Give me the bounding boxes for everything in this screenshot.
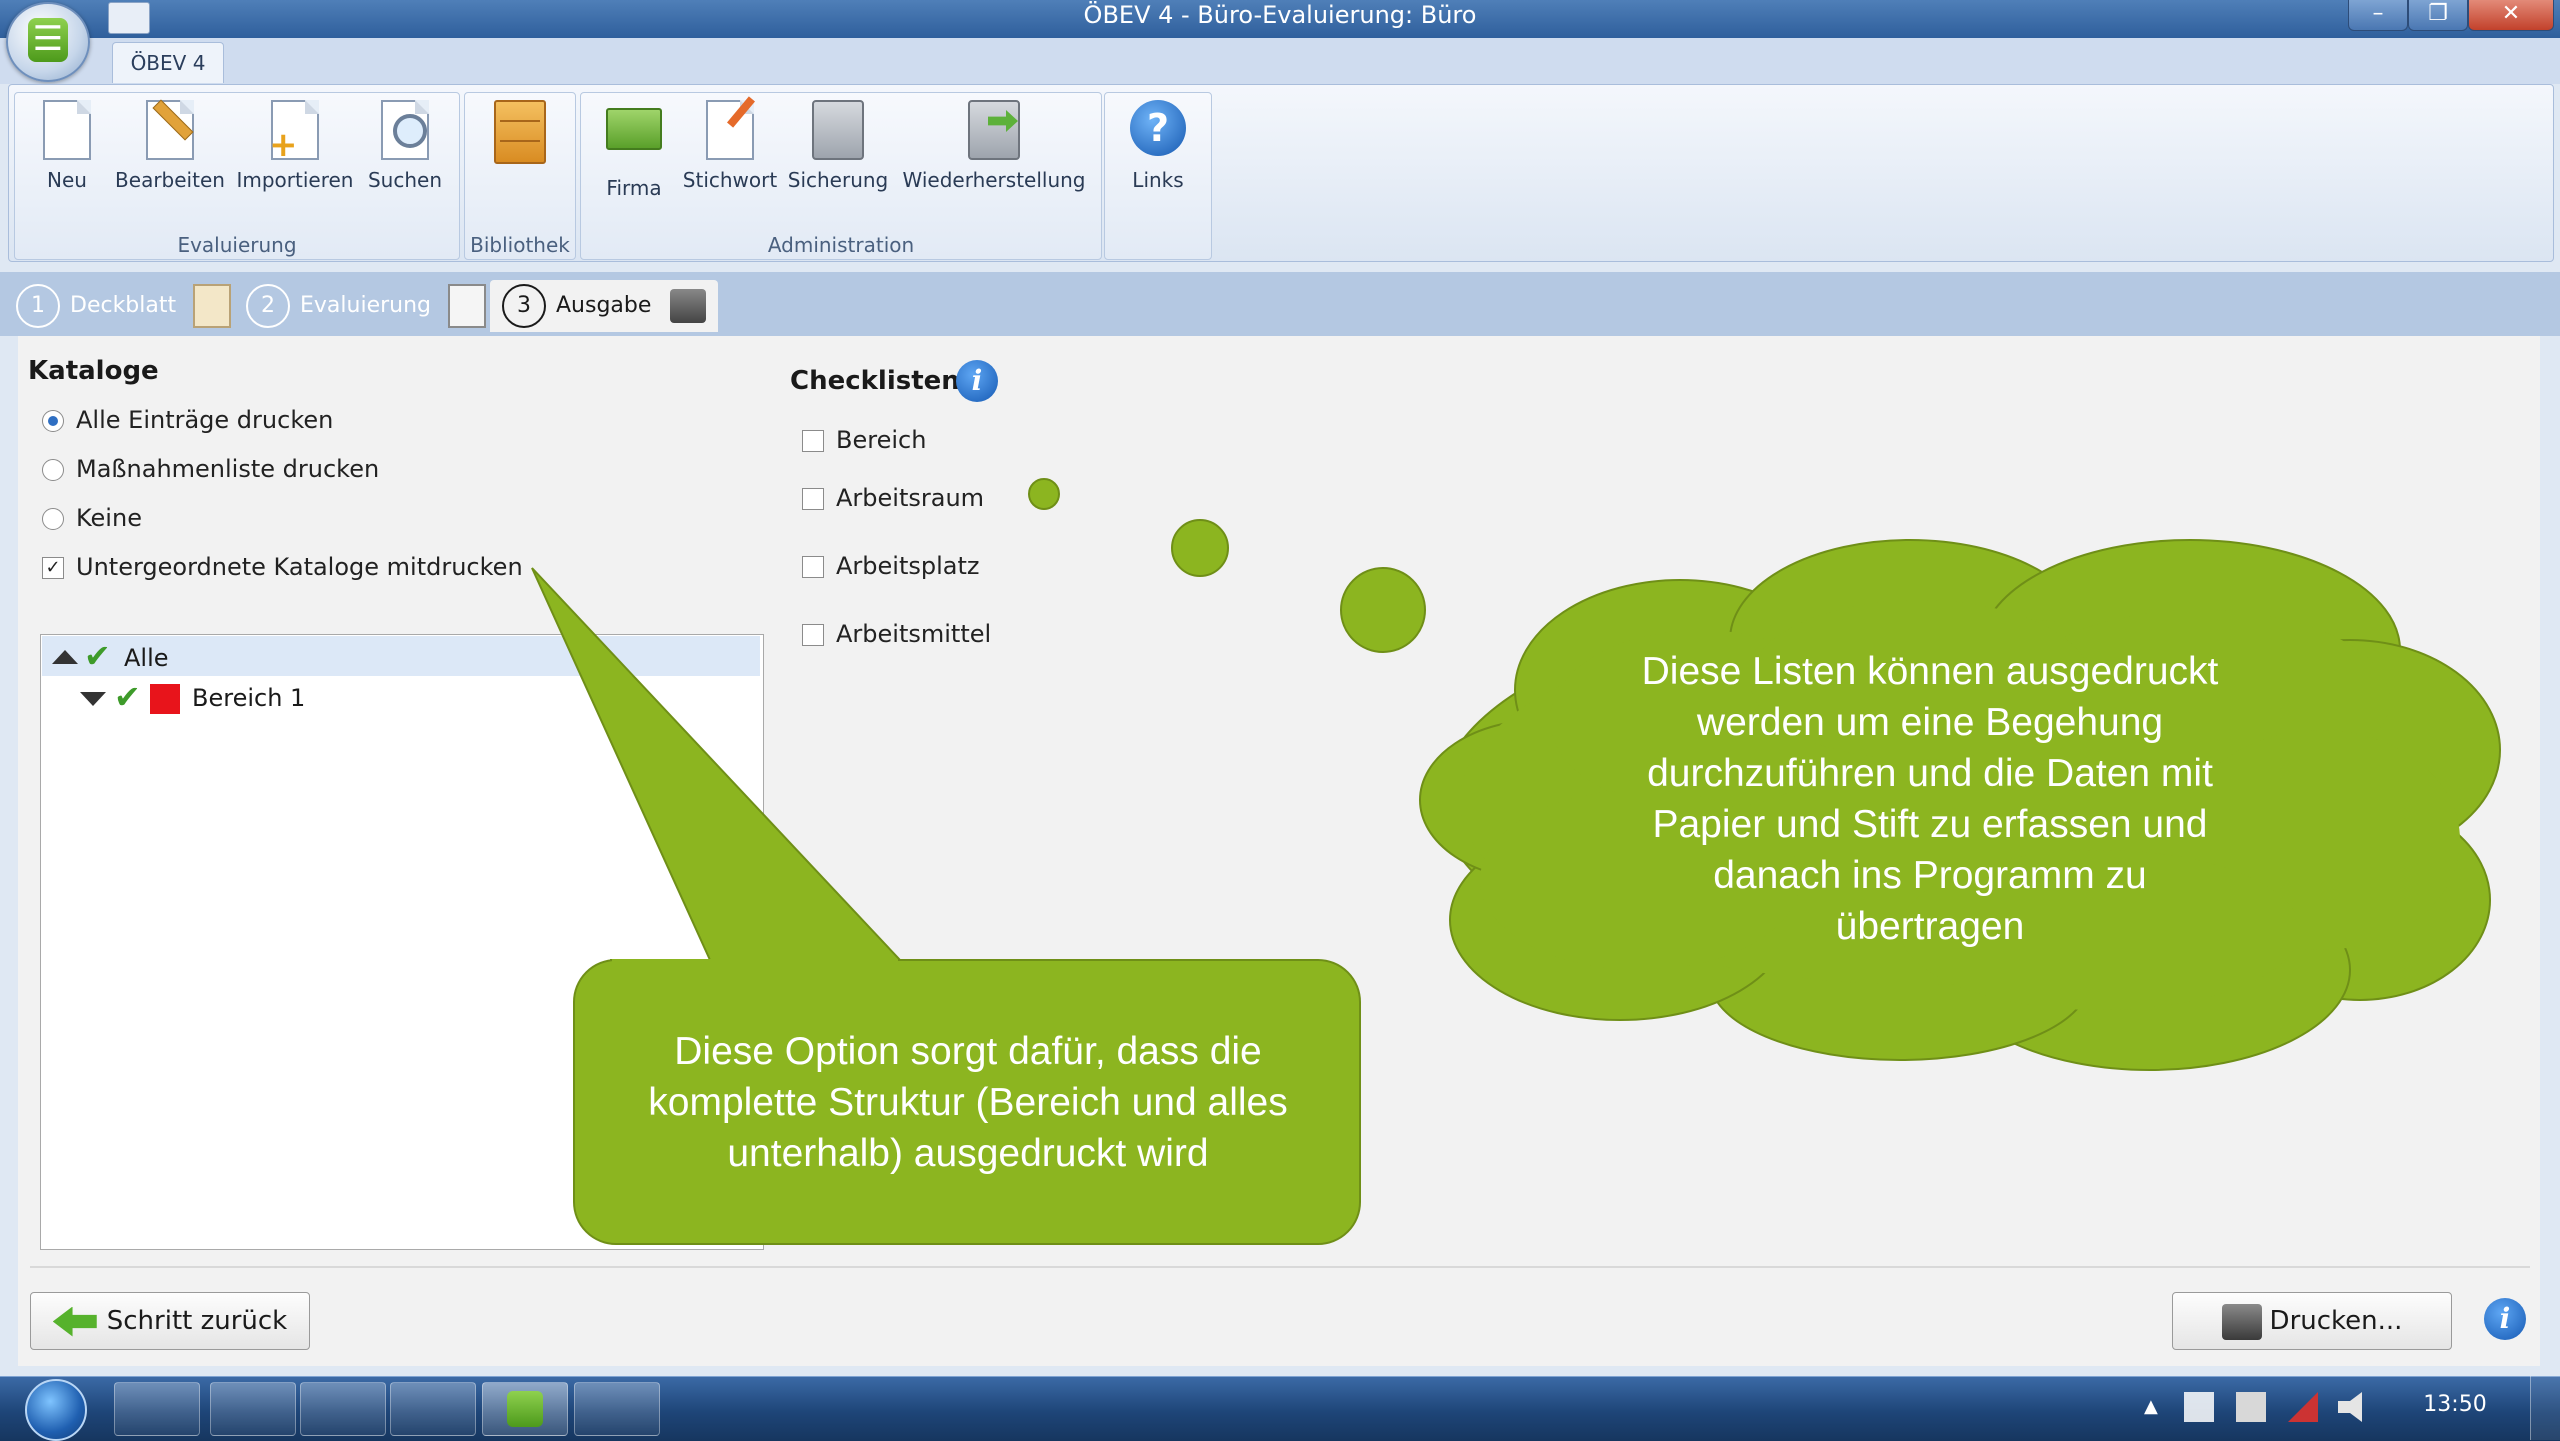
schritt-zurueck-button[interactable]: Schritt zurück — [30, 1292, 310, 1350]
drucken-button[interactable]: Drucken... — [2172, 1292, 2452, 1350]
taskbar-other-app-icon[interactable] — [574, 1382, 660, 1436]
cloud-line: durchzuführen und die Daten mit — [1647, 752, 2213, 795]
taskbar-explorer-icon[interactable] — [210, 1382, 296, 1436]
schritt-zurueck-label: Schritt zurück — [106, 1306, 288, 1336]
cloud-line: Diese Listen können ausgedruckt — [1641, 650, 2219, 693]
cloud-line: Papier und Stift zu erfassen und — [1652, 803, 2208, 846]
thought-dot-large — [1340, 567, 1426, 653]
drucken-label: Drucken... — [2269, 1306, 2403, 1336]
cloud-text: Diese Listen können ausgedruckt werden u… — [1530, 646, 2330, 952]
footer-separator — [30, 1266, 2530, 1268]
cloud-line: übertragen — [1835, 905, 2025, 948]
speech-line: Diese Option sorgt dafür, dass die — [674, 1030, 1262, 1073]
thought-dot-medium — [1171, 519, 1229, 577]
taskbar-app-icon[interactable] — [390, 1382, 476, 1436]
printer-icon — [2221, 1303, 2262, 1340]
taskbar-media-player-icon[interactable] — [300, 1382, 386, 1436]
thought-dot-small — [1028, 478, 1060, 510]
power-icon[interactable] — [2236, 1392, 2266, 1422]
speech-bubble-shape — [531, 567, 903, 961]
speech-line: unterhalb) ausgedruckt wird — [727, 1132, 1209, 1175]
speech-bubble-text: Diese Option sorgt dafür, dass die kompl… — [580, 1026, 1356, 1179]
tray-expand-icon[interactable]: ▲ — [2144, 1396, 2158, 1417]
clock[interactable]: 13:50 — [2400, 1392, 2510, 1422]
arrow-left-icon — [52, 1306, 97, 1337]
cloud-line: danach ins Programm zu — [1713, 854, 2147, 897]
show-desktop-button[interactable] — [2530, 1376, 2560, 1440]
start-button[interactable] — [14, 1376, 98, 1441]
action-center-flag-icon[interactable] — [2184, 1392, 2214, 1422]
taskbar-internet-explorer-icon[interactable] — [114, 1382, 200, 1436]
cloud-line: werden um eine Begehung — [1696, 701, 2164, 744]
footer-info-icon[interactable]: i — [2484, 1298, 2526, 1340]
speech-line: komplette Struktur (Bereich und alles — [648, 1081, 1288, 1124]
taskbar-oebev-icon[interactable] — [482, 1382, 568, 1436]
